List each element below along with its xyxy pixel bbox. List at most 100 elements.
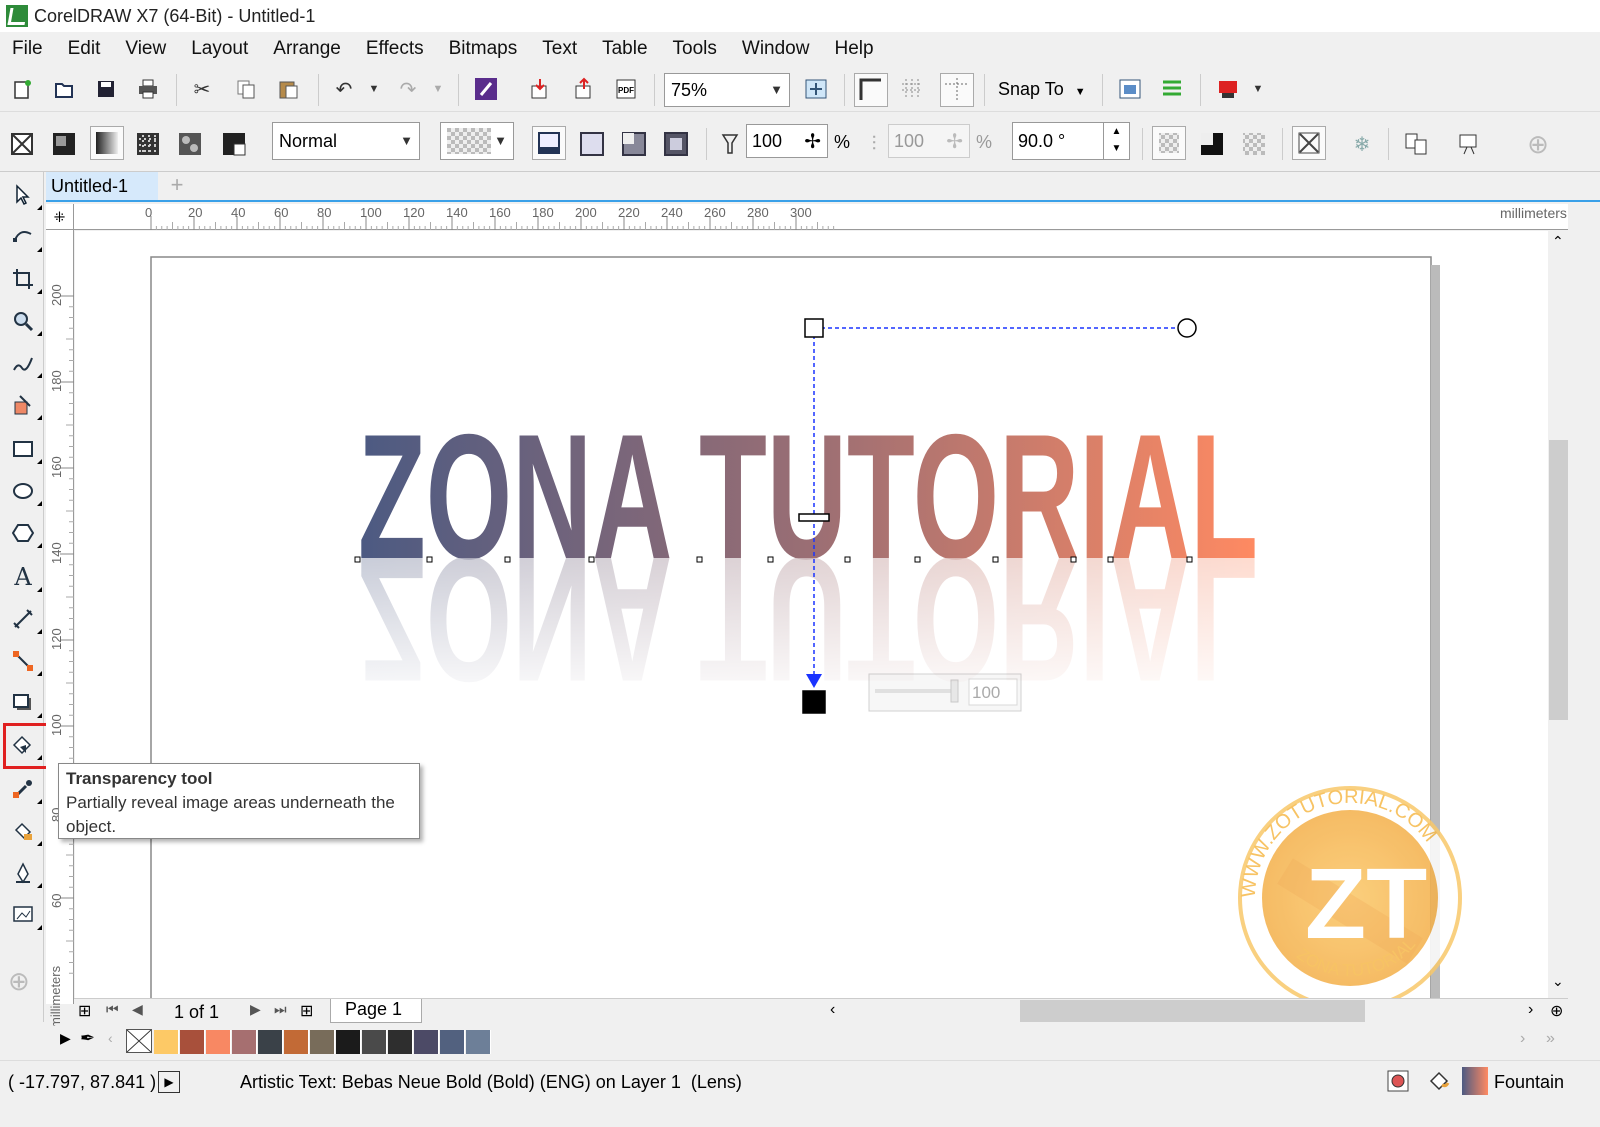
end-node-handle[interactable] [802, 690, 826, 714]
new-document-icon[interactable] [8, 75, 36, 103]
add-tool-icon[interactable]: ⊕ [8, 966, 30, 997]
paste-icon[interactable] [274, 75, 302, 103]
last-page-icon[interactable]: ⏭ [274, 1001, 287, 1018]
fountain-transparency-button[interactable] [90, 126, 124, 160]
color-swatch[interactable] [440, 1030, 465, 1054]
merge-mode-select[interactable]: Normal ▼ [272, 122, 420, 160]
palette-scroll-right-icon[interactable]: › [1520, 1030, 1525, 1048]
smart-fill-tool-icon[interactable] [8, 390, 42, 420]
application-launcher-icon[interactable] [1116, 75, 1144, 103]
ruler-origin-icon[interactable]: ⁜ [46, 204, 74, 230]
midpoint-input[interactable]: 100 ✢ [888, 124, 970, 158]
show-guidelines-button[interactable] [940, 73, 974, 107]
vertical-ruler[interactable]: 200 180 160 140 120 100 80 60 millimeters [46, 230, 74, 1028]
pick-tool-icon[interactable] [8, 180, 42, 210]
scroll-left-icon[interactable]: ‹ [830, 1001, 835, 1019]
menu-table[interactable]: Table [602, 38, 647, 60]
freeze-transparency-button[interactable] [1292, 126, 1326, 160]
color-swatch[interactable] [414, 1030, 439, 1054]
copy-transparency-icon[interactable] [1402, 130, 1430, 158]
menu-edit[interactable]: Edit [68, 38, 101, 60]
search-content-icon[interactable] [472, 75, 500, 103]
crop-tool-icon[interactable] [8, 264, 42, 294]
transparency-picker[interactable]: ▼ [440, 122, 514, 160]
transparency-target-fill-button[interactable] [1152, 126, 1186, 160]
smart-drawing-tool-icon[interactable] [8, 858, 42, 888]
new-tab-button[interactable]: + [166, 172, 188, 200]
scroll-down-icon[interactable]: ⌄ [1552, 973, 1564, 990]
color-swatch[interactable] [336, 1030, 361, 1054]
menu-arrange[interactable]: Arrange [273, 38, 341, 60]
palette-scroll-left-icon[interactable]: ‹ [108, 1030, 113, 1046]
show-rulers-button[interactable] [854, 73, 888, 107]
drawing-canvas[interactable]: ZONA TUTORIAL ZONA TUTORIAL 100 [75, 231, 1548, 998]
color-swatch[interactable] [258, 1030, 283, 1054]
print-icon[interactable] [134, 75, 162, 103]
interactive-fill-tool-icon[interactable] [8, 816, 42, 846]
save-icon[interactable] [92, 75, 120, 103]
no-transparency-icon[interactable] [8, 130, 36, 158]
menu-text[interactable]: Text [542, 38, 577, 60]
options-icon[interactable] [1158, 75, 1186, 103]
slider-handle-icon[interactable]: ✢ [804, 129, 821, 154]
page-tab[interactable]: Page 1 [330, 999, 422, 1023]
no-color-swatch[interactable] [126, 1029, 152, 1053]
scroll-up-icon[interactable]: ⌃ [1552, 233, 1564, 250]
linear-fountain-button[interactable] [532, 126, 566, 160]
transparency-target-all-icon[interactable] [1240, 130, 1268, 158]
ellipse-tool-icon[interactable] [8, 476, 42, 506]
zoom-level-select[interactable]: 75% ▼ [664, 73, 790, 107]
redo-icon[interactable]: ↷ [394, 75, 422, 103]
bitmap-pattern-transparency-icon[interactable] [176, 130, 204, 158]
status-play-icon[interactable]: ▶ [158, 1071, 180, 1093]
color-swatch[interactable] [154, 1030, 179, 1054]
export-icon[interactable] [570, 75, 598, 103]
menu-layout[interactable]: Layout [191, 38, 248, 60]
vector-pattern-transparency-icon[interactable] [134, 130, 162, 158]
publish-pdf-icon[interactable]: PDF [612, 75, 640, 103]
first-page-icon[interactable]: ⏮ [106, 1001, 119, 1018]
menu-file[interactable]: File [12, 38, 43, 60]
rectangular-fountain-icon[interactable] [662, 130, 690, 158]
eyedropper-icon[interactable]: ✒ [80, 1028, 95, 1049]
zoom-tool-icon[interactable] [8, 306, 42, 336]
color-eyedropper-tool-icon[interactable] [8, 774, 42, 804]
undo-dropdown-icon[interactable]: ▼ [360, 75, 388, 103]
horizontal-scroll-thumb[interactable] [1020, 1000, 1365, 1022]
color-swatch[interactable] [284, 1030, 309, 1054]
snowflake-icon[interactable]: ❄ [1348, 130, 1376, 158]
zoom-navigator-icon[interactable]: ⊕ [1550, 1001, 1563, 1021]
customize-icon[interactable] [1214, 75, 1242, 103]
angle-input[interactable]: 90.0 ° ▲ ▼ [1012, 122, 1130, 160]
palette-expand-icon[interactable]: » [1546, 1030, 1555, 1048]
customize-dropdown-icon[interactable]: ▼ [1244, 75, 1272, 103]
menu-bitmaps[interactable]: Bitmaps [449, 38, 518, 60]
menu-window[interactable]: Window [742, 38, 810, 60]
shape-tool-icon[interactable] [8, 222, 42, 252]
color-swatch[interactable] [206, 1030, 231, 1054]
cut-icon[interactable]: ✂ [188, 75, 216, 103]
uniform-transparency-icon[interactable] [50, 130, 78, 158]
color-swatch[interactable] [232, 1030, 257, 1054]
edge-pad-tool-icon[interactable] [8, 900, 42, 930]
redo-dropdown-icon[interactable]: ▼ [424, 75, 452, 103]
transparency-target-outline-icon[interactable] [1198, 130, 1226, 158]
color-swatch[interactable] [466, 1030, 491, 1054]
next-page-icon[interactable]: ▶ [250, 1001, 261, 1018]
elliptical-fountain-icon[interactable] [578, 130, 606, 158]
angle-handle[interactable] [1177, 318, 1197, 338]
menu-help[interactable]: Help [834, 38, 873, 60]
two-color-pattern-transparency-icon[interactable] [220, 130, 248, 158]
show-grid-icon[interactable] [898, 75, 926, 103]
import-icon[interactable] [526, 75, 554, 103]
add-toolbar-item-icon[interactable]: ⊕ [1524, 129, 1552, 159]
add-page-before-icon[interactable]: ⊞ [78, 1001, 91, 1021]
midpoint-slider[interactable] [798, 513, 830, 522]
edit-transparency-icon[interactable] [1456, 130, 1484, 158]
undo-icon[interactable]: ↶ [330, 75, 358, 103]
node-transparency-input[interactable]: 100 ✢ [746, 124, 828, 158]
slider-handle-icon[interactable]: ✢ [946, 129, 963, 154]
rectangle-tool-icon[interactable] [8, 434, 42, 464]
vertical-scroll-thumb[interactable] [1549, 440, 1568, 720]
connector-tool-icon[interactable] [8, 646, 42, 676]
